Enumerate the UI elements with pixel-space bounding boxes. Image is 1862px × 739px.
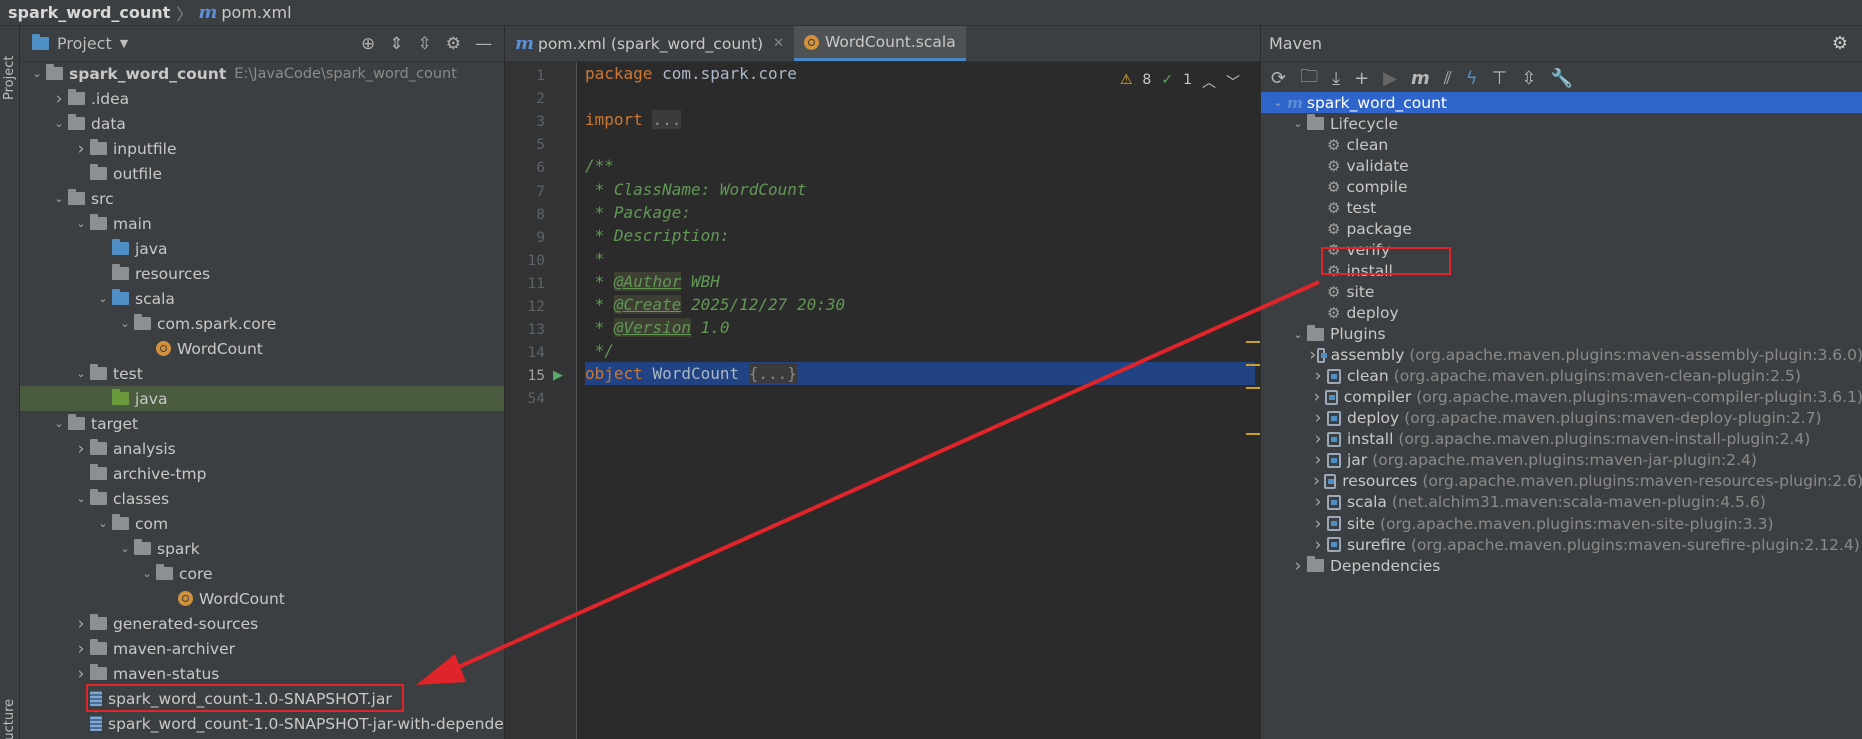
arrow-line — [444, 280, 1320, 675]
arrow-head — [416, 654, 466, 685]
annotation-arrow — [416, 280, 1320, 685]
